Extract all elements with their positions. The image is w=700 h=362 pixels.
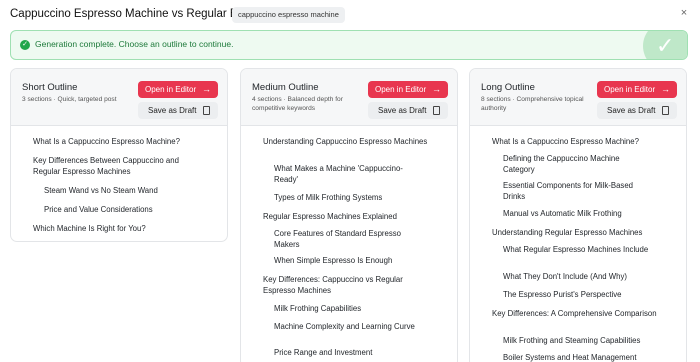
outline-heading: Key Differences: A Comprehensive Compari…: [492, 309, 657, 318]
outline-heading: Key Differences: Cappuccino vs Regular E…: [263, 275, 403, 295]
outline-heading: What Is a Cappuccino Espresso Machine?: [492, 137, 639, 146]
open-in-editor-label: Open in Editor: [145, 85, 197, 94]
banner-message: Generation complete. Choose an outline t…: [35, 39, 234, 49]
outline-subheading: Machine Complexity and Learning Curve: [274, 322, 415, 331]
arrow-right-icon: →: [661, 84, 670, 94]
outline-subheading: What They Don't Include (And Why): [503, 272, 627, 281]
save-as-draft-label: Save as Draft: [148, 106, 197, 115]
save-as-draft-button[interactable]: Save as Draft: [597, 102, 677, 119]
card-title: Long Outline: [481, 82, 535, 93]
outline-heading: Key Differences Between Cappuccino and R…: [33, 156, 179, 176]
card-title: Medium Outline: [252, 82, 319, 93]
outline-subheading: What Makes a Machine 'Cappuccino-Ready': [274, 164, 403, 184]
document-icon: [662, 106, 669, 115]
card-header: Short Outline 3 sections · Quick, target…: [11, 69, 227, 126]
outline-card-long: Long Outline 8 sections · Comprehensive …: [469, 68, 687, 362]
save-as-draft-button[interactable]: Save as Draft: [138, 102, 218, 119]
outline-subheading: Price and Value Considerations: [44, 205, 153, 214]
outline-subheading: Manual vs Automatic Milk Frothing: [503, 209, 622, 218]
save-as-draft-button[interactable]: Save as Draft: [368, 102, 448, 119]
outline-heading: Understanding Cappuccino Espresso Machin…: [263, 137, 428, 146]
outline-subheading: Boiler Systems and Heat Management: [503, 353, 637, 362]
outline-subheading: Milk Frothing and Steaming Capabilities: [503, 336, 641, 345]
arrow-right-icon: →: [432, 84, 441, 94]
outline-subheading: What Regular Espresso Machines Include: [503, 245, 649, 254]
large-check-icon: ✓: [656, 33, 675, 58]
outline-card-medium: Medium Outline 4 sections · Balanced dep…: [240, 68, 458, 362]
open-in-editor-label: Open in Editor: [375, 85, 427, 94]
outline-subheading: Steam Wand vs No Steam Wand: [44, 186, 158, 195]
modal-header: Cappuccino Espresso Machine vs Regular E…: [0, 0, 700, 30]
card-meta: 8 sections · Comprehensive topical autho…: [481, 96, 584, 112]
outline-heading: What Is a Cappuccino Espresso Machine?: [33, 137, 180, 146]
card-header: Long Outline 8 sections · Comprehensive …: [470, 69, 686, 126]
open-in-editor-button[interactable]: Open in Editor →: [597, 81, 677, 98]
document-icon: [433, 106, 440, 115]
outline-card-short: Short Outline 3 sections · Quick, target…: [10, 68, 228, 242]
success-banner: ✓ Generation complete. Choose an outline…: [10, 30, 688, 60]
outline-subheading: Defining the Cappuccino Machine Category: [503, 154, 620, 174]
keyword-tag: cappuccino espresso machine: [232, 7, 345, 23]
save-as-draft-label: Save as Draft: [378, 106, 427, 115]
save-as-draft-label: Save as Draft: [607, 106, 656, 115]
outline-heading: Understanding Regular Espresso Machines: [492, 228, 643, 237]
card-meta: 4 sections · Balanced depth for competit…: [252, 96, 343, 112]
card-title: Short Outline: [22, 82, 78, 93]
outline-subheading: Essential Components for Milk-Based Drin…: [503, 181, 634, 201]
outline-subheading: Milk Frothing Capabilities: [274, 304, 362, 313]
outline-subheading: Core Features of Standard Espresso Maker…: [274, 229, 401, 249]
outline-heading: Which Machine Is Right for You?: [33, 224, 146, 233]
arrow-right-icon: →: [202, 84, 211, 94]
outline-subheading: The Espresso Purist's Perspective: [503, 290, 622, 299]
open-in-editor-label: Open in Editor: [604, 85, 656, 94]
open-in-editor-button[interactable]: Open in Editor →: [138, 81, 218, 98]
card-meta: 3 sections · Quick, targeted post: [22, 96, 117, 103]
open-in-editor-button[interactable]: Open in Editor →: [368, 81, 448, 98]
document-icon: [203, 106, 210, 115]
card-header: Medium Outline 4 sections · Balanced dep…: [241, 69, 457, 126]
outline-heading: Regular Espresso Machines Explained: [263, 212, 397, 221]
outline-subheading: When Simple Espresso Is Enough: [274, 256, 393, 265]
outline-subheading: Types of Milk Frothing Systems: [274, 193, 383, 202]
outline-subheading: Price Range and Investment: [274, 348, 373, 357]
close-icon[interactable]: ×: [677, 6, 691, 20]
check-circle-icon: ✓: [20, 40, 30, 50]
